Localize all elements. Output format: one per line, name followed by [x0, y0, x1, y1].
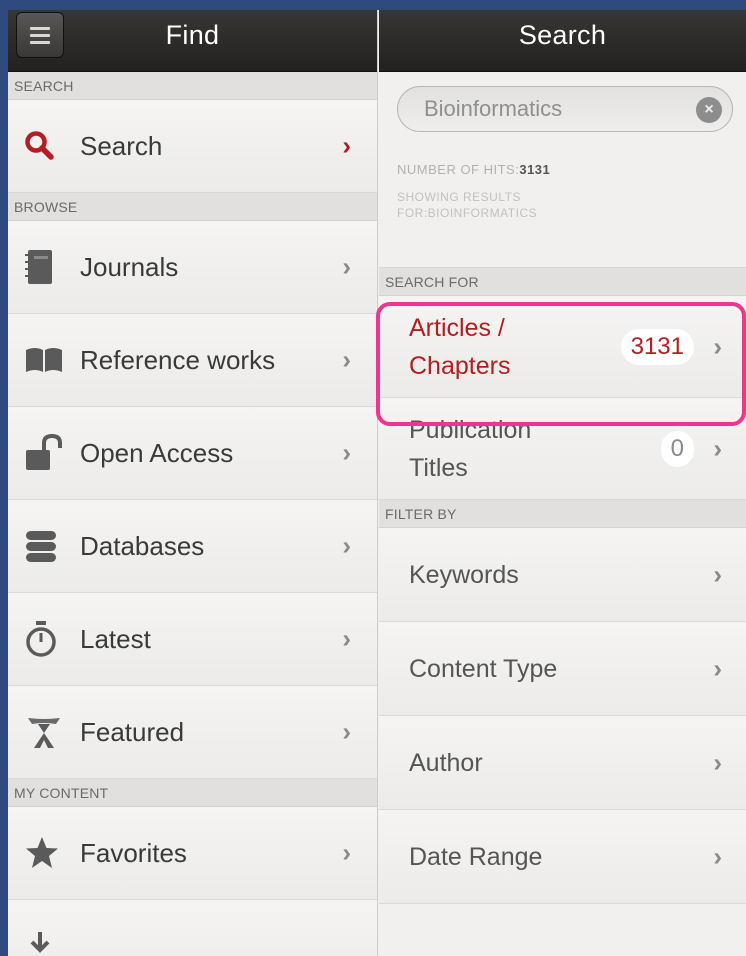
sidebar-item-label: Reference works	[80, 344, 276, 375]
sidebar-item-favorites[interactable]: Favorites ›	[8, 807, 377, 900]
sidebar-item-label: Open Access	[80, 437, 234, 468]
chevron-right-icon: ›	[713, 747, 722, 777]
chevron-right-icon: ›	[342, 623, 351, 654]
filter-label: Date Range	[409, 842, 543, 871]
filter-content-type[interactable]: Content Type ›	[379, 622, 746, 716]
sidebar-item-label: Journals	[80, 251, 179, 282]
filter-label: Keywords	[409, 560, 519, 589]
count-badge: 3131	[620, 328, 694, 365]
filter-label: Author	[409, 748, 483, 777]
chevron-right-icon: ›	[713, 331, 722, 361]
section-header-my-content: MY CONTENT	[8, 779, 377, 807]
search-navbar: Search	[379, 0, 746, 72]
clear-icon[interactable]: ×	[696, 97, 722, 123]
chevron-right-icon: ›	[713, 559, 722, 589]
chevron-right-icon: ›	[342, 130, 351, 161]
find-navbar: Find	[8, 0, 377, 72]
hits-count: NUMBER OF HITS:3131	[397, 162, 736, 177]
chevron-right-icon: ›	[342, 437, 351, 468]
search-area: Bioinformatics × NUMBER OF HITS:3131 SHO…	[379, 72, 746, 268]
label-line: Publication	[409, 415, 532, 444]
sidebar-item-label: Favorites	[80, 837, 187, 868]
chevron-right-icon: ›	[342, 716, 351, 747]
sidebar-item-label: Search	[80, 130, 163, 161]
star-icon	[24, 833, 80, 873]
menu-button[interactable]	[16, 12, 64, 58]
result-type-publication-titles[interactable]: Publication Titles 0 ›	[379, 398, 746, 500]
menu-line-icon	[30, 40, 50, 44]
showing-results: SHOWING RESULTS FOR:BIOINFORMATICS	[397, 189, 736, 221]
book-icon	[24, 340, 80, 380]
filter-label: Content Type	[409, 654, 558, 683]
search-input[interactable]: Bioinformatics ×	[397, 86, 733, 132]
filter-author[interactable]: Author ›	[379, 716, 746, 810]
result-type-label: Publication Titles	[409, 411, 531, 487]
sidebar-item-databases[interactable]: Databases ›	[8, 500, 377, 593]
result-type-label: Articles / Chapters	[409, 309, 510, 385]
filter-keywords[interactable]: Keywords ›	[379, 528, 746, 622]
sidebar-item-label: Featured	[80, 716, 185, 747]
sidebar-item-reference-works[interactable]: Reference works ›	[8, 314, 377, 407]
chevron-right-icon: ›	[342, 251, 351, 282]
unlock-icon	[24, 433, 80, 473]
search-input-value: Bioinformatics	[424, 96, 563, 121]
result-type-articles[interactable]: Articles / Chapters 3131 ›	[379, 296, 746, 398]
stopwatch-icon	[24, 619, 80, 659]
chevron-right-icon: ›	[342, 837, 351, 868]
sidebar-item-open-access[interactable]: Open Access ›	[8, 407, 377, 500]
sidebar-item-search[interactable]: Search ›	[8, 100, 377, 193]
chevron-right-icon: ›	[342, 344, 351, 375]
chevron-right-icon: ›	[713, 653, 722, 683]
find-pane: Find SEARCH Search › BROWSE Journals › R…	[8, 0, 378, 956]
section-header-browse: BROWSE	[8, 193, 377, 221]
count-badge: 0	[660, 430, 694, 467]
label-line: Articles /	[409, 313, 505, 342]
database-icon	[24, 526, 80, 566]
sidebar-item-journals[interactable]: Journals ›	[8, 221, 377, 314]
showing-line-1: SHOWING RESULTS	[397, 190, 521, 204]
search-pane: Search Bioinformatics × NUMBER OF HITS:3…	[379, 0, 746, 956]
sidebar-item-featured[interactable]: Featured ›	[8, 686, 377, 779]
showing-line-2: FOR:BIOINFORMATICS	[397, 206, 538, 220]
menu-line-icon	[30, 33, 50, 37]
chevron-right-icon: ›	[713, 841, 722, 871]
section-header-filter-by: FILTER BY	[379, 500, 746, 528]
chevron-right-icon: ›	[342, 530, 351, 561]
download-icon	[24, 926, 80, 956]
find-title: Find	[165, 20, 220, 50]
search-title: Search	[518, 20, 607, 50]
label-line: Chapters	[409, 351, 511, 380]
menu-line-icon	[30, 26, 50, 30]
ribbon-icon	[24, 712, 80, 752]
sidebar-item-label: Latest	[80, 623, 151, 654]
section-header-search: SEARCH	[8, 72, 377, 100]
search-icon	[24, 126, 80, 166]
label-line: Titles	[409, 453, 468, 482]
app-frame: Find SEARCH Search › BROWSE Journals › R…	[8, 0, 746, 956]
sidebar-item-label: Databases	[80, 530, 205, 561]
hits-value: 3131	[519, 162, 551, 177]
sidebar-item-partial[interactable]	[8, 900, 377, 956]
chevron-right-icon: ›	[713, 433, 722, 463]
top-decoration	[0, 0, 746, 10]
journal-icon	[24, 247, 80, 287]
hits-label: NUMBER OF HITS:	[397, 162, 520, 177]
section-header-search-for: SEARCH FOR	[379, 268, 746, 296]
filter-date-range[interactable]: Date Range ›	[379, 810, 746, 904]
sidebar-item-latest[interactable]: Latest ›	[8, 593, 377, 686]
